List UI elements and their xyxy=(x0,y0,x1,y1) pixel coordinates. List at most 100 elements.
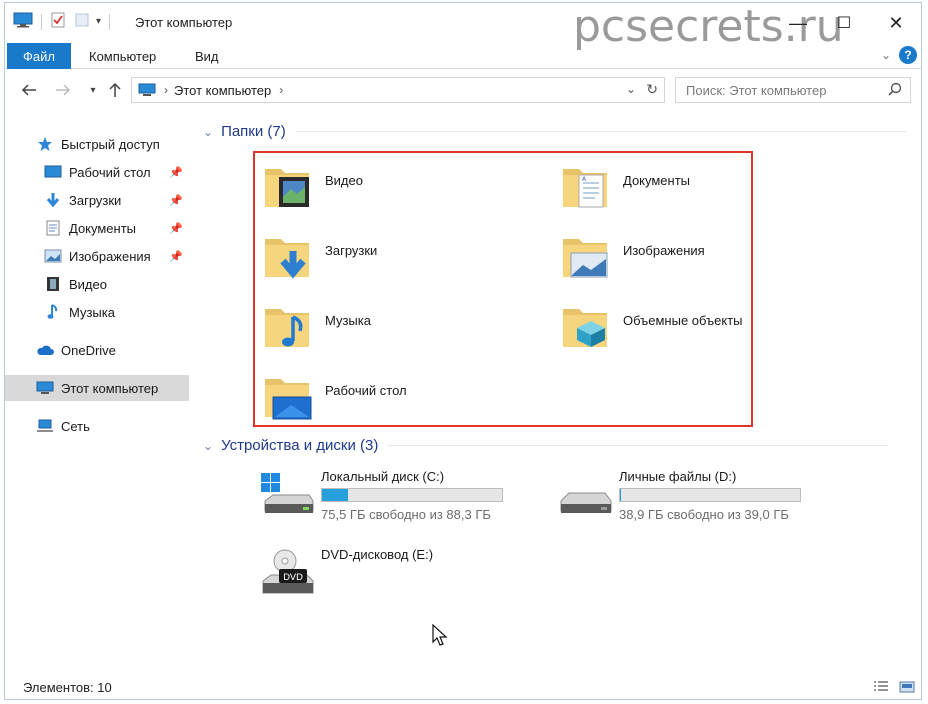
desktop-icon xyxy=(43,163,63,181)
drive-free-space: 38,9 ГБ свободно из 39,0 ГБ xyxy=(619,507,789,522)
customize-toolbar-icon[interactable]: ▾ xyxy=(96,16,101,27)
windows-drive-icon xyxy=(261,473,314,513)
header-divider xyxy=(388,445,889,446)
large-icons-view-icon[interactable] xyxy=(897,678,917,696)
sidebar-item-pictures[interactable]: Изображения 📌 xyxy=(5,243,189,269)
folder-label: Видео xyxy=(325,173,363,188)
computer-icon xyxy=(35,379,55,397)
address-dropdown-icon[interactable]: ⌄ xyxy=(626,82,636,96)
document-icon xyxy=(43,219,63,237)
forward-button[interactable] xyxy=(53,79,73,101)
drive-d[interactable]: Личные файлы (D:) 38,9 ГБ свободно из 39… xyxy=(557,469,817,529)
address-bar[interactable]: › Этот компьютер › ⌄ ↻ xyxy=(131,77,665,103)
hard-drive-icon xyxy=(560,492,612,513)
help-button[interactable]: ? xyxy=(899,46,917,64)
music-folder-icon xyxy=(265,309,309,347)
content-pane: ⌄ Папки (7) Видео A Документы Загрузки И… xyxy=(195,113,921,673)
devices-header-label: Устройства и диски (3) xyxy=(221,437,379,454)
computer-icon xyxy=(138,83,156,97)
recent-locations-icon[interactable]: ▾ xyxy=(83,79,103,101)
properties-icon[interactable] xyxy=(50,12,66,31)
tab-file[interactable]: Файл xyxy=(7,43,71,69)
sidebar-item-quick-access[interactable]: Быстрый доступ xyxy=(5,131,189,157)
drive-name: Личные файлы (D:) xyxy=(619,469,737,484)
sidebar-item-videos[interactable]: Видео xyxy=(5,271,189,297)
video-icon xyxy=(43,275,63,293)
breadcrumb-chevron-icon[interactable]: › xyxy=(279,83,283,97)
pin-icon[interactable]: 📌 xyxy=(169,250,183,263)
sidebar-item-label: Изображения xyxy=(69,248,151,264)
drive-name: Локальный диск (C:) xyxy=(321,469,445,484)
devices-group-header[interactable]: ⌄ Устройства и диски (3) xyxy=(203,437,889,454)
breadcrumb-this-pc[interactable]: Этот компьютер xyxy=(174,83,271,98)
refresh-icon[interactable]: ↻ xyxy=(646,81,658,98)
header-divider xyxy=(295,131,906,132)
folder-documents[interactable]: A Документы xyxy=(561,161,821,215)
music-icon xyxy=(43,303,63,321)
sidebar-item-label: Документы xyxy=(69,220,137,236)
mouse-cursor-icon xyxy=(432,624,448,646)
sidebar-item-onedrive[interactable]: OneDrive xyxy=(5,337,189,363)
star-icon xyxy=(35,135,55,153)
video-folder-icon xyxy=(265,169,309,207)
pin-icon[interactable]: 📌 xyxy=(169,194,183,207)
folder-videos[interactable]: Видео xyxy=(263,161,523,215)
sidebar-item-label: Рабочий стол xyxy=(69,164,151,180)
new-folder-icon[interactable] xyxy=(74,12,90,31)
picture-icon xyxy=(43,247,63,265)
folder-music[interactable]: Музыка xyxy=(263,301,523,355)
breadcrumb-chevron-icon[interactable]: › xyxy=(164,83,168,97)
folder-desktop[interactable]: Рабочий стол xyxy=(263,371,523,425)
downloads-folder-icon xyxy=(265,239,309,279)
sidebar-item-downloads[interactable]: Загрузки 📌 xyxy=(5,187,189,213)
minimize-button[interactable]: — xyxy=(775,9,821,37)
folders-group-header[interactable]: ⌄ Папки (7) xyxy=(203,123,906,140)
navigation-pane: Быстрый доступ Рабочий стол 📌 Загрузки 📌… xyxy=(5,113,191,673)
window-title: Этот компьютер xyxy=(135,15,233,30)
folder-label: Музыка xyxy=(325,313,371,328)
folder-pictures[interactable]: Изображения xyxy=(561,231,821,285)
drive-e[interactable]: DVD DVD-дисковод (E:) xyxy=(259,547,519,607)
expand-ribbon-icon[interactable]: ⌄ xyxy=(881,48,891,62)
details-view-icon[interactable] xyxy=(871,678,891,696)
usage-bar xyxy=(321,488,503,502)
search-input[interactable]: Поиск: Этот компьютер xyxy=(675,77,911,103)
sidebar-item-label: Сеть xyxy=(61,418,90,434)
pin-icon[interactable]: 📌 xyxy=(169,222,183,235)
usage-fill xyxy=(322,489,349,501)
sidebar-item-music[interactable]: Музыка xyxy=(5,299,189,325)
drive-c[interactable]: Локальный диск (C:) 75,5 ГБ свободно из … xyxy=(259,469,519,529)
download-icon xyxy=(43,191,63,209)
status-bar: Элементов: 10 xyxy=(5,675,921,699)
chevron-down-icon: ⌄ xyxy=(203,124,214,139)
folder-label: Объемные объекты xyxy=(623,313,743,328)
folder-3d-objects[interactable]: Объемные объекты xyxy=(561,301,821,355)
back-button[interactable] xyxy=(19,79,39,101)
up-button[interactable] xyxy=(105,79,125,101)
sidebar-item-desktop[interactable]: Рабочий стол 📌 xyxy=(5,159,189,185)
folder-label: Документы xyxy=(623,173,691,188)
close-button[interactable]: ✕ xyxy=(873,9,919,37)
network-icon xyxy=(35,417,55,435)
pin-icon[interactable]: 📌 xyxy=(169,166,183,179)
sidebar-item-label: OneDrive xyxy=(61,342,116,358)
3d-objects-folder-icon xyxy=(563,309,607,347)
usage-fill xyxy=(620,489,621,501)
folder-downloads[interactable]: Загрузки xyxy=(263,231,523,285)
tab-view[interactable]: Вид xyxy=(195,43,219,69)
search-icon[interactable] xyxy=(888,82,902,99)
documents-folder-icon: A xyxy=(563,169,607,208)
maximize-button[interactable]: ☐ xyxy=(821,9,867,37)
sidebar-item-network[interactable]: Сеть xyxy=(5,413,189,439)
computer-icon[interactable] xyxy=(13,12,33,31)
sidebar-item-label: Быстрый доступ xyxy=(61,136,160,152)
folders-header-label: Папки (7) xyxy=(221,123,286,140)
sidebar-item-documents[interactable]: Документы 📌 xyxy=(5,215,189,241)
explorer-window: ▾ Этот компьютер pcsecrets.ru — ☐ ✕ Файл… xyxy=(4,1,922,700)
sidebar-item-this-pc[interactable]: Этот компьютер xyxy=(5,375,189,401)
search-placeholder: Поиск: Этот компьютер xyxy=(686,82,827,98)
folder-label: Рабочий стол xyxy=(325,383,407,398)
quick-access-toolbar: ▾ xyxy=(13,12,111,31)
tab-computer[interactable]: Компьютер xyxy=(89,43,156,69)
sidebar-item-label: Загрузки xyxy=(69,192,122,208)
